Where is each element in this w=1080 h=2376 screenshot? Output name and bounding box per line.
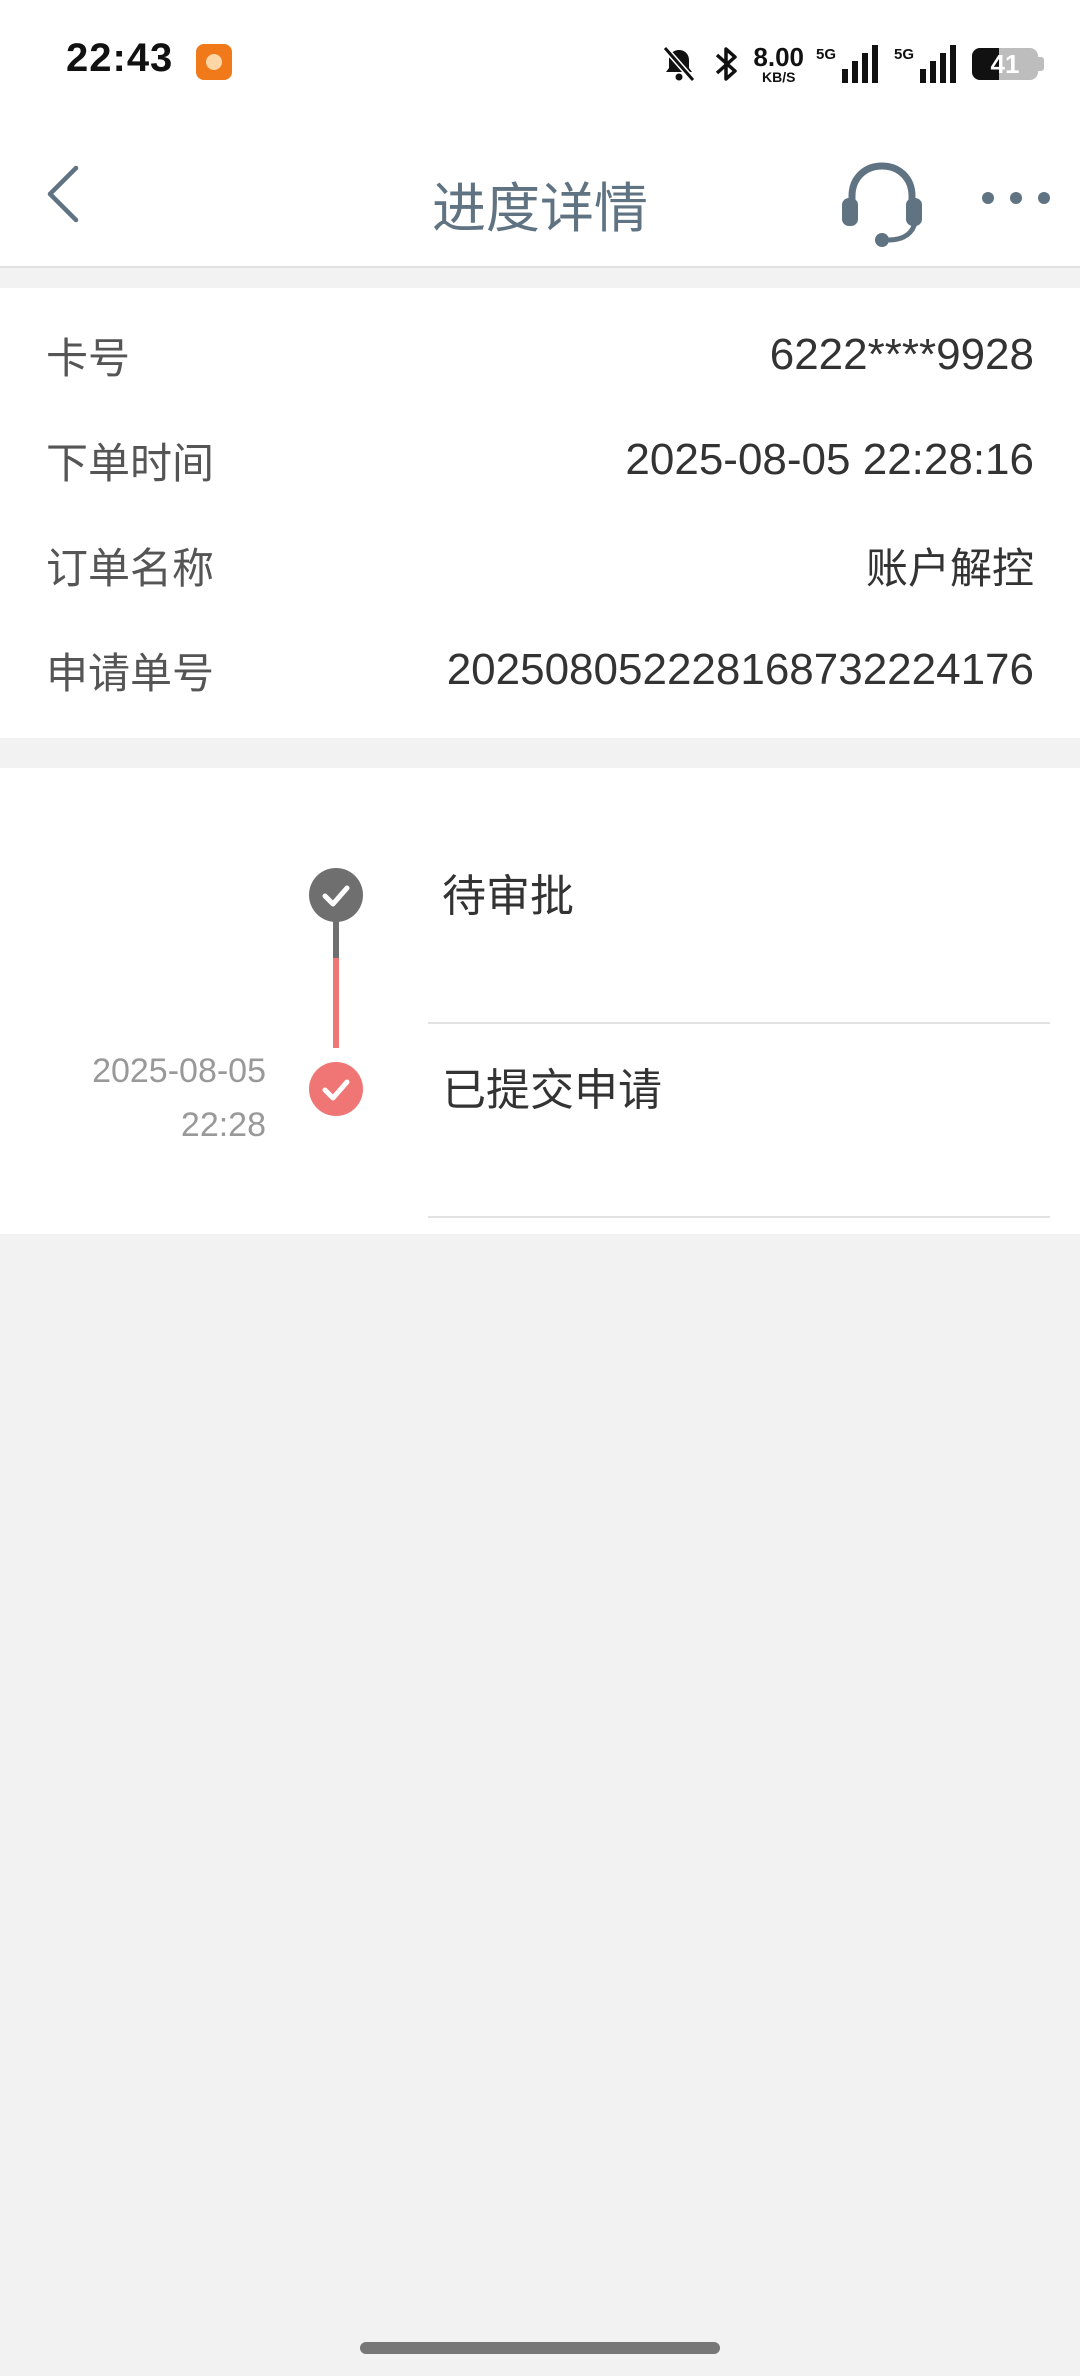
signal-icon-2: 5G [894,45,956,83]
more-button[interactable] [976,168,1056,228]
timeline-divider [428,1216,1050,1218]
home-indicator[interactable] [360,2342,720,2354]
timeline-dot-pending [309,868,363,922]
bluetooth-icon [716,47,738,81]
net-speed: 8.00 KB/S [753,44,804,84]
mute-bell-icon [663,46,696,82]
status-time: 22:43 [66,36,174,80]
status-icons: 8.00 KB/S 5G 5G 41 [659,38,1044,90]
status-bar: 22:43 8.00 KB/S 5G 5G 41 [0,0,1080,128]
timeline-divider [428,1022,1050,1024]
info-label: 下单时间 [46,438,215,488]
timeline-line-done [333,958,339,1048]
info-label: 订单名称 [46,543,215,593]
battery-icon: 41 [972,48,1038,80]
net-speed-value: 8.00 [753,42,804,72]
timeline-step-title: 已提交申请 [442,1065,662,1116]
info-row-card-number: 卡号 6222****9928 [46,320,1034,390]
timeline-step-time: 22:28 [180,1106,266,1144]
signal-icon: 5G [816,45,878,83]
info-row-order-time: 下单时间 2025-08-05 22:28:16 [46,425,1034,495]
timeline-step-date: 2025-08-05 [92,1052,266,1090]
nav-bar: 进度详情 [0,128,1080,268]
progress-timeline: 待审批 2025-08-05 22:28 已提交申请 [0,768,1080,1234]
info-value: 20250805222816873222417­6 [446,645,1034,694]
check-icon [322,1079,350,1101]
battery-cap [1038,57,1044,71]
order-info-card: 卡号 6222****9928 下单时间 2025-08-05 22:28:16… [0,288,1080,738]
battery-level: 41 [990,49,1020,79]
info-value: 6222****9928 [769,330,1034,379]
app-notification-icon [196,44,232,80]
svg-text:5G: 5G [816,46,836,63]
info-value: 账户解控 [865,543,1034,593]
info-label: 申请单号 [46,648,215,698]
info-value: 2025-08-05 22:28:16 [625,435,1034,484]
net-speed-unit: KB/S [761,69,796,85]
info-row-order-name: 订单名称 账户解控 [46,530,1034,600]
timeline-dot-done [309,1062,363,1116]
more-horizontal-icon [982,192,1050,204]
info-row-application-number: 申请单号 20250805222816873222417­6 [46,635,1034,705]
customer-service-button[interactable] [834,152,930,248]
headset-icon [842,162,922,247]
timeline-step-title: 待审批 [442,871,574,922]
check-icon [322,885,350,907]
svg-text:5G: 5G [894,46,914,63]
info-label: 卡号 [46,333,131,383]
